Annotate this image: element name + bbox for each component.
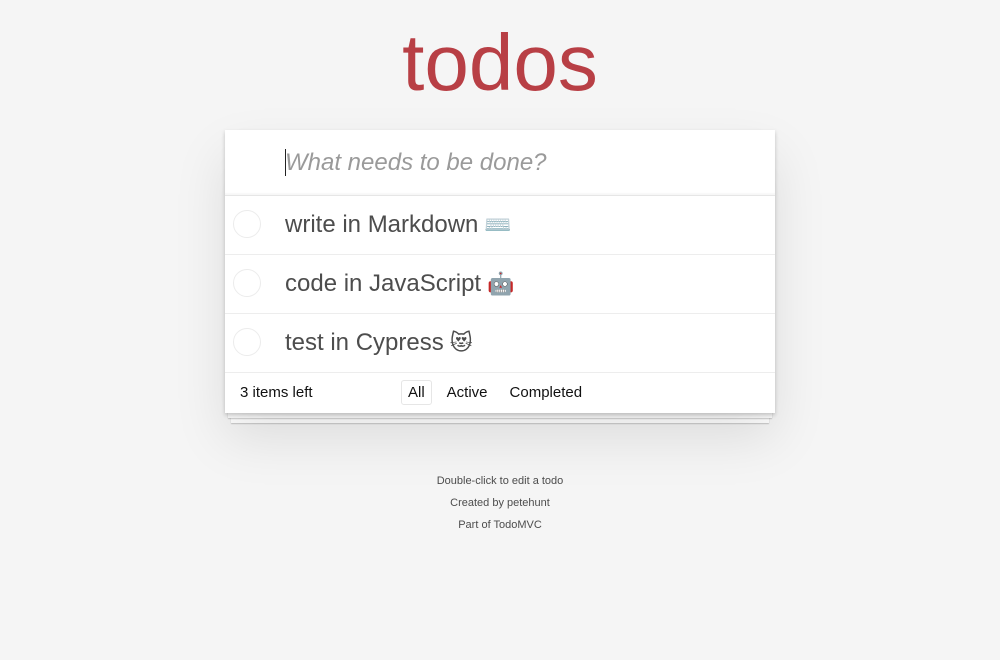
- info-footer: Double-click to edit a todo Created by p…: [0, 470, 1000, 536]
- todo-card: write in Markdown⌨️ code in JavaScript🤖 …: [225, 130, 775, 413]
- app-title: todos: [402, 18, 598, 107]
- toggle-checkbox[interactable]: [233, 210, 261, 238]
- toggle-checkbox[interactable]: [233, 269, 261, 297]
- todo-text: code in JavaScript: [285, 270, 482, 297]
- todo-list: write in Markdown ⌨️ code in JavaScript 🤖 …: [225, 196, 775, 373]
- filter-completed[interactable]: Completed: [503, 380, 590, 405]
- todo-text: test in Cypress: [285, 329, 444, 356]
- filter-list: All Active Completed: [401, 380, 597, 405]
- new-todo-row: [225, 130, 775, 196]
- todo-item[interactable]: test in Cypress 😻: [225, 314, 775, 373]
- edit-hint: Double-click to edit a todo: [436, 475, 564, 487]
- keyboard-icon: ⌨️: [484, 213, 512, 238]
- todo-item[interactable]: code in JavaScript 🤖: [225, 255, 775, 314]
- robot-icon: 🤖: [487, 272, 515, 297]
- todo-label[interactable]: write in Markdown ⌨️: [285, 196, 512, 255]
- filter-active[interactable]: Active: [440, 380, 495, 405]
- items-left-count: 3 items left: [240, 384, 313, 401]
- todo-app: write in Markdown⌨️ code in JavaScript🤖 …: [225, 130, 775, 423]
- filter-all[interactable]: All: [401, 380, 432, 405]
- cat-icon: 😻: [449, 331, 473, 356]
- new-todo-input[interactable]: [285, 130, 755, 195]
- todo-label[interactable]: code in JavaScript 🤖: [285, 255, 515, 314]
- todo-text: write in Markdown: [285, 211, 479, 238]
- todo-label[interactable]: test in Cypress 😻: [285, 314, 473, 373]
- part-of: Part of TodoMVC: [458, 519, 542, 531]
- todo-footer: 3 items left All Active Completed: [225, 373, 775, 413]
- toggle-checkbox[interactable]: [233, 328, 261, 356]
- text-caret: [285, 149, 286, 176]
- todo-item[interactable]: write in Markdown ⌨️: [225, 196, 775, 255]
- created-by: Created by petehunt: [450, 497, 550, 509]
